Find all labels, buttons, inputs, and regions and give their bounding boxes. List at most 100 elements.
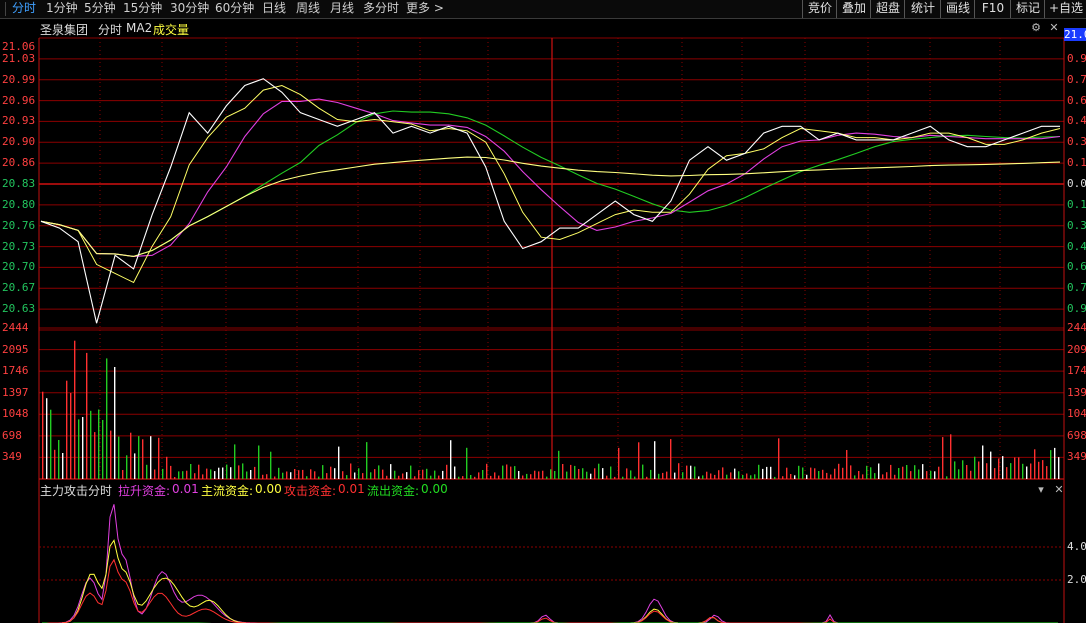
volume-bar [786,467,788,479]
price-line [40,78,1060,324]
volume-bar [546,476,548,479]
toolbar-button-4[interactable]: 画线 [940,0,975,18]
volume-bar [46,398,48,479]
volume-bar [510,466,512,479]
period-tab-10[interactable]: 更多 > [406,0,444,18]
volume-bar [234,444,236,479]
volume-bar [414,476,416,479]
volume-bar [494,472,496,479]
toolbar-button-3[interactable]: 统计 [904,0,941,18]
volume-bar [246,471,248,479]
volume-axis-label: 1746 [2,364,29,378]
volume-bar [254,466,256,479]
volume-bar [1014,457,1016,479]
toolbar-button-6[interactable]: 标记 [1010,0,1045,18]
volume-bar [70,393,72,479]
period-tab-6[interactable]: 日线 [262,0,286,18]
volume-bar [498,475,500,479]
volume-bar [782,476,784,479]
percent-axis-label: 0.1 [1067,156,1086,170]
close-panel-icon[interactable]: ✕ [1053,484,1065,496]
volume-axis-label: 349 [2,450,22,464]
period-tab-4[interactable]: 30分钟 [170,0,209,18]
volume-axis-label-right: 244 [1067,321,1086,334]
volume-bar [226,464,228,479]
volume-bar [638,442,640,479]
volume-bar [1034,449,1036,479]
toolbar-button-0[interactable]: 竞价 [802,0,837,18]
volume-bar [142,439,144,479]
volume-bar [882,474,884,479]
volume-bar [910,471,912,479]
volume-bar [330,466,332,479]
volume-bar [950,434,952,479]
flow-legend-value: 0.00 [255,482,282,496]
volume-bar [646,476,648,479]
volume-bar [570,464,572,479]
volume-bar [890,464,892,479]
volume-bar [662,472,664,479]
volume-bar [454,466,456,479]
price-axis-label: 20.63 [2,302,36,316]
volume-bar [358,468,360,479]
period-tab-5[interactable]: 60分钟 [215,0,254,18]
period-tab-9[interactable]: 多分时 [363,0,399,18]
volume-bar [898,468,900,479]
volume-bar [622,476,624,479]
volume-bar [1050,450,1052,479]
volume-bar [582,468,584,479]
dropdown-icon[interactable]: ▾ [1035,484,1047,496]
volume-bar [794,475,796,479]
percent-axis-label: 0.7 [1067,72,1086,86]
period-tab-2[interactable]: 5分钟 [84,0,116,18]
volume-bar [698,476,700,479]
price-axis-label: 20.99 [2,72,36,86]
period-tab-3[interactable]: 15分钟 [123,0,162,18]
period-tab-0[interactable]: 分时 [12,0,36,18]
settings-icon[interactable]: ⚙ [1030,22,1042,34]
volume-bar [402,473,404,479]
volume-axis-label-right: 174 [1067,364,1086,378]
period-tab-7[interactable]: 周线 [296,0,320,18]
flow-axis-label: 2.0 [1067,573,1086,586]
volume-bar [938,466,940,479]
flow-legend-label: 拉升资金: [118,484,171,498]
volume-bar [770,466,772,479]
percent-axis-label: 0.6 [1067,260,1086,274]
volume-bar [706,471,708,479]
volume-bar [1046,466,1048,479]
volume-bar [694,466,696,479]
toolbar-button-7[interactable]: +自选 [1044,0,1086,18]
volume-axis-label: 698 [2,428,22,442]
volume-bar [654,441,656,479]
volume-bar [306,476,308,479]
volume-bar [530,474,532,479]
volume-bar [942,437,944,479]
volume-bar [62,453,64,479]
period-tab-8[interactable]: 月线 [330,0,354,18]
price-axis-label: 20.86 [2,156,36,170]
volume-bar [526,473,528,479]
volume-bar [730,472,732,479]
close-icon[interactable]: ✕ [1048,22,1060,34]
price-axis-label: 20.70 [2,260,36,274]
volume-bar [74,340,76,479]
price-axis-label: 20.93 [2,114,36,128]
volume-bar [302,469,304,479]
volume-bar [94,432,96,479]
toolbar-button-5[interactable]: F10 [974,0,1011,18]
price-axis-label: 20.73 [2,239,36,253]
price-lines [40,78,1061,324]
volume-bar [742,475,744,479]
period-tab-1[interactable]: 1分钟 [46,0,78,18]
volume-bar [670,439,672,479]
toolbar-button-1[interactable]: 叠加 [836,0,871,18]
volume-bar [802,467,804,479]
volume-bar [206,468,208,479]
volume-bar [134,453,136,479]
toolbar-button-2[interactable]: 超盘 [870,0,905,18]
volume-bar [914,465,916,479]
volume-bar [170,465,172,479]
volume-axis-label-right: 139 [1067,385,1086,399]
main-flow-line [42,539,1058,623]
